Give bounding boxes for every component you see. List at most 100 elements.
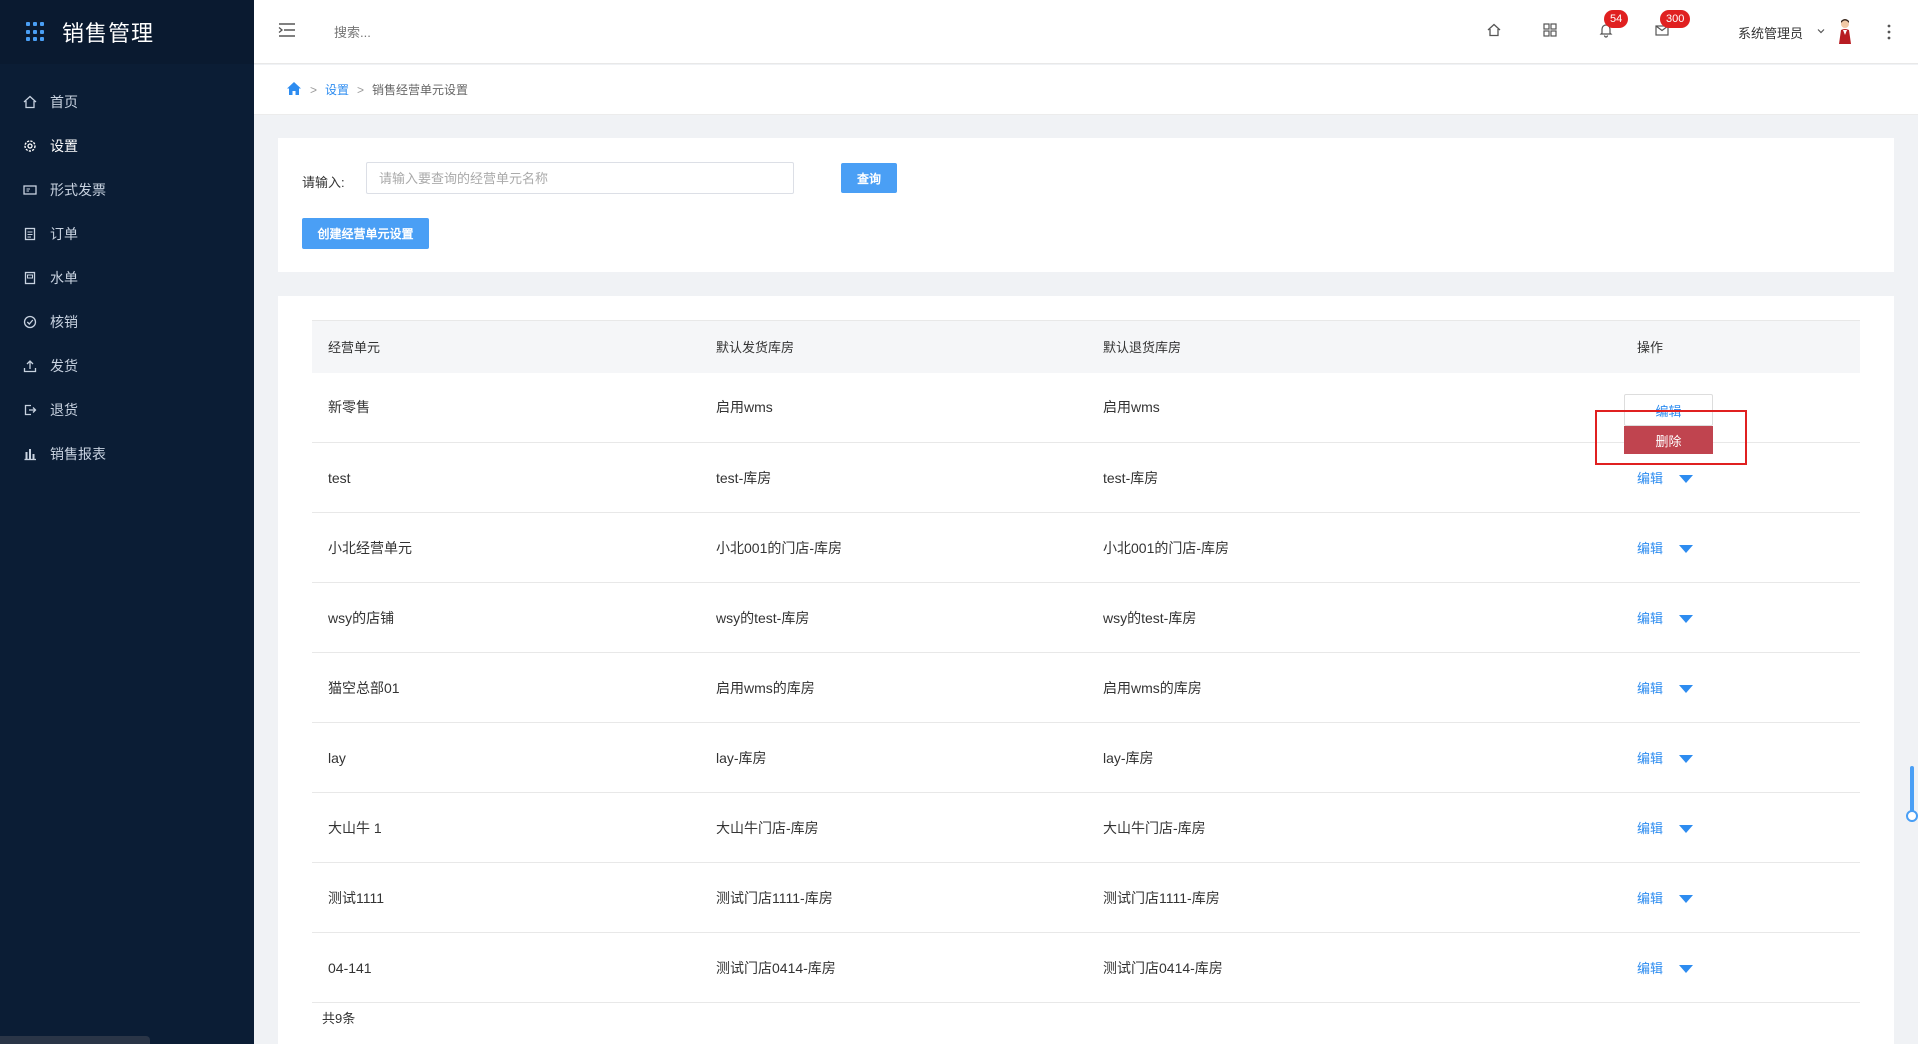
table-row: wsy的店铺 wsy的test-库房 wsy的test-库房 编辑 [312, 583, 1860, 653]
caret-down-icon[interactable] [1679, 895, 1694, 904]
table-row: lay lay-库房 lay-库房 编辑 [312, 723, 1860, 793]
breadcrumb-separator: > [310, 82, 318, 97]
apps-grid-icon[interactable] [1540, 20, 1560, 40]
edit-link[interactable]: 编辑 [1637, 538, 1663, 557]
caret-down-icon[interactable] [1679, 475, 1694, 484]
return-icon [22, 402, 38, 418]
breadcrumb: > 设置 > 销售经营单元设置 [254, 65, 1918, 115]
app-title: 销售管理 [62, 21, 155, 46]
caret-down-icon[interactable] [1679, 965, 1694, 974]
sidebar-item-writeoff[interactable]: 核销 [0, 300, 254, 344]
sidebar-item-label: 发货 [50, 358, 78, 374]
cell-ship-warehouse: 测试门店0414-库房 [716, 959, 836, 976]
column-header-return-warehouse: 默认退货库房 [1103, 340, 1182, 356]
scrollbar-handle[interactable] [1906, 810, 1918, 822]
cell-unit: 猫空总部01 [328, 679, 400, 696]
caret-down-icon[interactable] [1679, 615, 1694, 624]
chevron-down-icon[interactable] [1816, 23, 1826, 41]
sidebar-item-sales-report[interactable]: 销售报表 [0, 432, 254, 476]
table-header-row: 经营单元 默认发货库房 默认退货库房 操作 [312, 320, 1860, 373]
table-row: 04-141 测试门店0414-库房 测试门店0414-库房 编辑 [312, 933, 1860, 1003]
sidebar-item-label: 首页 [50, 94, 78, 110]
edit-link[interactable]: 编辑 [1637, 468, 1663, 487]
sidebar-item-label: 设置 [50, 138, 78, 154]
bar-chart-icon [22, 446, 38, 462]
sidebar-item-label: 退货 [50, 402, 78, 418]
cell-ship-warehouse: 启用wms的库房 [716, 679, 815, 696]
user-name[interactable]: 系统管理员 [1738, 23, 1803, 42]
menu-toggle-icon[interactable] [278, 22, 296, 38]
caret-down-icon[interactable] [1679, 825, 1694, 834]
cell-ship-warehouse: 小北001的门店-库房 [716, 539, 843, 556]
cell-return-warehouse: 启用wms [1103, 399, 1160, 416]
cell-return-warehouse: 大山牛门店-库房 [1103, 819, 1206, 836]
cell-ship-warehouse: test-库房 [716, 469, 772, 486]
edit-link[interactable]: 编辑 [1637, 888, 1663, 907]
sidebar-item-label: 核销 [50, 314, 78, 330]
cell-unit: 04-141 [328, 959, 372, 976]
filter-label: 请输入: [302, 175, 345, 190]
check-circle-icon [22, 314, 38, 330]
home-icon [22, 94, 38, 110]
column-header-unit: 经营单元 [328, 340, 381, 356]
order-icon [22, 226, 38, 242]
edit-link[interactable]: 编辑 [1637, 748, 1663, 767]
edit-link[interactable]: 编辑 [1637, 958, 1663, 977]
page-scrollbar[interactable] [1908, 0, 1918, 1044]
top-header: 54 300 系统管理员 [254, 0, 1918, 64]
sidebar-item-invoice[interactable]: 形式发票 [0, 168, 254, 212]
notification-badge: 54 [1604, 10, 1629, 28]
home-icon[interactable] [286, 81, 302, 99]
gear-icon [22, 138, 38, 154]
breadcrumb-separator: > [357, 82, 365, 97]
table-row: 猫空总部01 启用wms的库房 启用wms的库房 编辑 [312, 653, 1860, 723]
search-input[interactable] [334, 20, 634, 44]
sidebar-item-returns[interactable]: 退货 [0, 388, 254, 432]
table-row: 大山牛 1 大山牛门店-库房 大山牛门店-库房 编辑 [312, 793, 1860, 863]
total-count: 共9条 [322, 1011, 356, 1026]
sidebar-item-label: 形式发票 [50, 182, 106, 198]
cell-return-warehouse: 测试门店1111-库房 [1103, 889, 1220, 906]
edit-link[interactable]: 编辑 [1637, 608, 1663, 627]
sidebar-item-orders[interactable]: 订单 [0, 212, 254, 256]
sidebar-item-shipping[interactable]: 发货 [0, 344, 254, 388]
cell-return-warehouse: lay-库房 [1103, 749, 1154, 766]
table-row: 测试1111 测试门店1111-库房 测试门店1111-库房 编辑 [312, 863, 1860, 933]
edit-link[interactable]: 编辑 [1637, 678, 1663, 697]
dropdown-edit-item[interactable]: 编辑 [1624, 394, 1713, 426]
cell-ship-warehouse: wsy的test-库房 [716, 609, 810, 626]
dropdown-delete-item[interactable]: 删除 [1624, 426, 1713, 454]
create-business-unit-button[interactable]: 创建经营单元设置 [302, 218, 429, 249]
sidebar-item-settings[interactable]: 设置 [0, 124, 254, 168]
breadcrumb-settings[interactable]: 设置 [325, 81, 349, 98]
business-unit-search-input[interactable] [366, 162, 794, 194]
home-icon[interactable] [1484, 20, 1504, 40]
cell-unit: test [328, 469, 351, 486]
cell-actions: 编辑 [1637, 793, 1860, 863]
sidebar-scrollbar[interactable] [0, 1036, 150, 1044]
edit-link[interactable]: 编辑 [1637, 818, 1663, 837]
caret-down-icon[interactable] [1679, 755, 1694, 764]
sidebar-item-label: 销售报表 [50, 446, 106, 462]
message-badge: 300 [1660, 10, 1691, 28]
cell-unit: 新零售 [328, 399, 370, 416]
query-button[interactable]: 查询 [841, 163, 897, 193]
cell-return-warehouse: wsy的test-库房 [1103, 609, 1197, 626]
message-icon[interactable]: 300 [1652, 10, 1691, 40]
filter-panel: 请输入: 查询 创建经营单元设置 [278, 138, 1894, 272]
bell-icon[interactable]: 54 [1596, 10, 1629, 40]
cell-unit: 测试1111 [328, 889, 385, 906]
breadcrumb-current: 销售经营单元设置 [372, 83, 469, 97]
app-logo[interactable]: 销售管理 [0, 0, 254, 64]
avatar[interactable] [1834, 18, 1856, 44]
caret-down-icon[interactable] [1679, 685, 1694, 694]
sidebar: 销售管理 首页 设置 形式发票 订单 水单 核销 发货 退货 销售报表 [0, 0, 254, 1044]
more-options-icon[interactable] [1886, 22, 1892, 42]
column-header-actions: 操作 [1637, 340, 1664, 356]
sidebar-item-receipts[interactable]: 水单 [0, 256, 254, 300]
sidebar-item-home[interactable]: 首页 [0, 80, 254, 124]
table-row: 小北经营单元 小北001的门店-库房 小北001的门店-库房 编辑 [312, 513, 1860, 583]
upload-icon [22, 358, 38, 374]
caret-down-icon[interactable] [1679, 545, 1694, 554]
cell-actions: 编辑 [1637, 933, 1860, 1003]
